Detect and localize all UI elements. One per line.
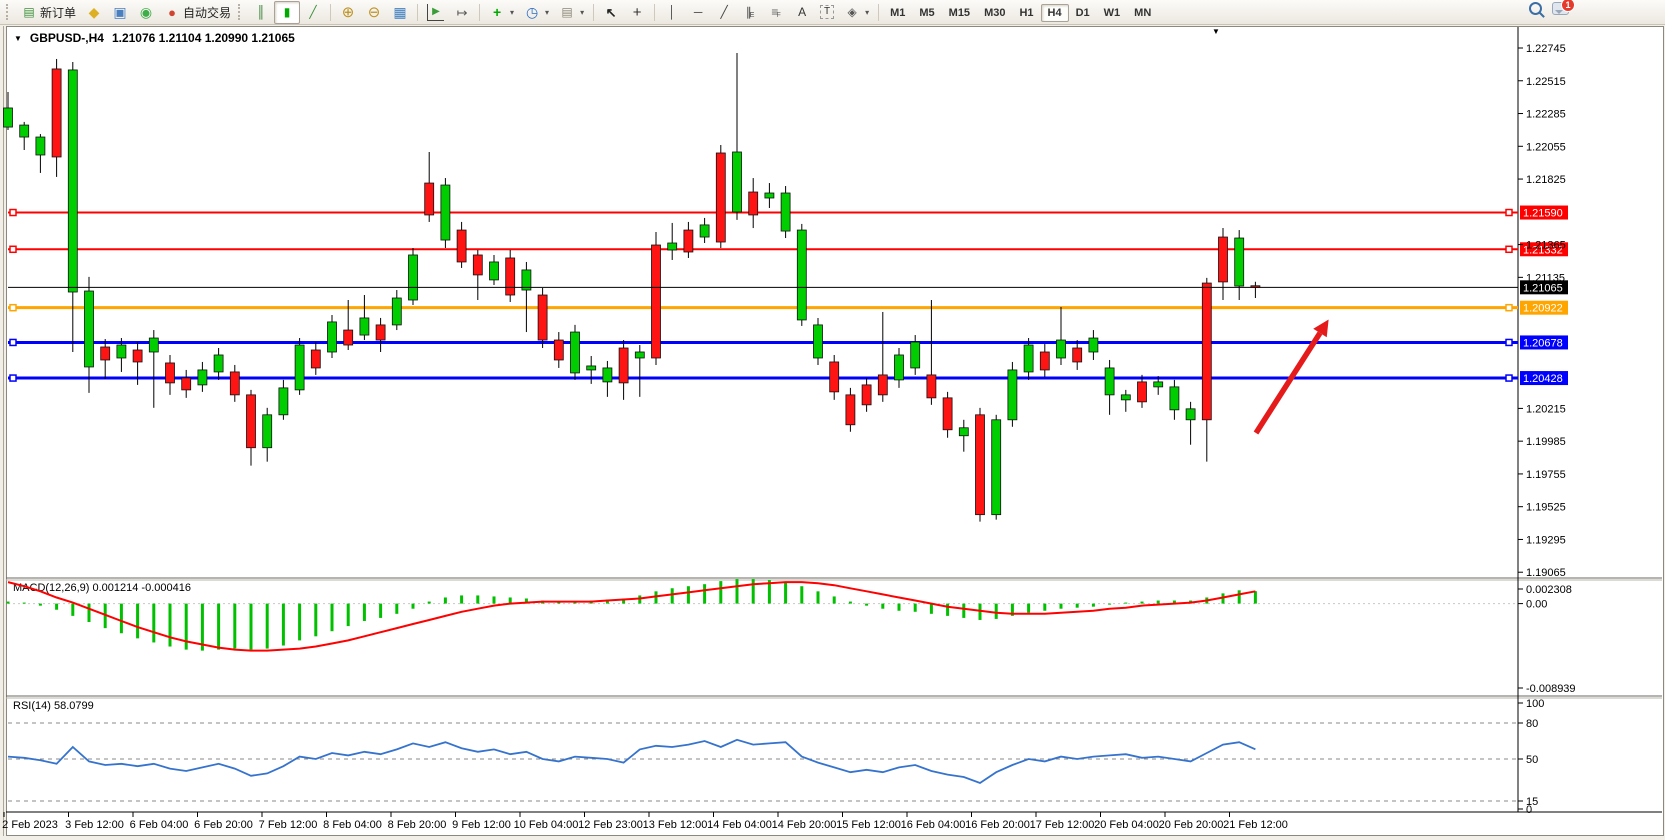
periods-icon: ◷ [524,4,540,20]
channel-icon: ∥E [742,4,758,20]
indicators-icon: + [489,4,505,20]
rsi-value: 58.0799 [54,700,94,712]
timeframe-M5[interactable]: M5 [912,4,941,22]
toolbar-separator [878,4,879,21]
toolbar-grip[interactable] [238,4,244,20]
zoom-in-button[interactable]: ⊕ [335,1,361,24]
line-chart-button[interactable]: ╱ [300,1,326,24]
horizontal-line-icon: ─ [690,4,706,20]
crosshair-button[interactable]: + [624,1,650,24]
fibonacci-icon: ≡F [768,4,784,20]
text-button[interactable]: A [789,1,815,24]
templates-icon: ▤ [559,4,575,20]
chart-shift-button[interactable]: ↦ [449,1,475,24]
chart-title: ▼ GBPUSD-,H4 1.21076 1.21104 1.20990 1.2… [14,31,295,45]
auto-scroll-button[interactable]: ▶ [422,1,449,24]
vertical-line-icon: │ [664,4,680,20]
channel-button[interactable]: ∥E [737,1,763,24]
toolbar-separator [593,4,594,21]
tile-windows-icon: ▦ [392,4,408,20]
toolbar-separator [417,4,418,21]
timeframe-MN[interactable]: MN [1127,4,1158,22]
notification-badge: 1 [1561,0,1575,12]
zoom-out-button[interactable]: ⊖ [361,1,387,24]
arrows-icon: ◈ [844,4,860,20]
signals-icon: ◉ [138,4,154,20]
zoom-in-icon: ⊕ [340,4,356,20]
text-label-icon: T [820,5,834,19]
ohlc-values: 1.21076 1.21104 1.20990 1.21065 [112,31,295,45]
timeframe-M15[interactable]: M15 [942,4,977,22]
trendline-icon: ╱ [716,4,732,20]
fibonacci-button[interactable]: ≡F [763,1,789,24]
bars-chart-button[interactable]: ║ [248,1,274,24]
line-chart-icon: ╱ [305,4,321,20]
timeframe-H1[interactable]: H1 [1012,4,1040,22]
metaeditor-icon: ◆ [86,4,102,20]
vertical-line-button[interactable]: │ [659,1,685,24]
chart-shift-icon: ↦ [454,4,470,20]
cursor-icon: ↖ [603,4,619,20]
new-order-icon: ▤ [21,4,37,20]
tile-windows-button[interactable]: ▦ [387,1,413,24]
horizontal-line-button[interactable]: ─ [685,1,711,24]
timeframe-D1[interactable]: D1 [1069,4,1097,22]
toolbar-grip[interactable] [6,4,12,20]
text-label-button[interactable]: T [815,1,839,24]
autotrading-button[interactable]: ● 自动交易 [159,1,236,24]
terminal-window: ▤ 新订单 ◆ ▣ ◉ ● 自动交易 ║ ▮ ╱ ⊕ ⊖ ▦ ▶ ↦ + ◷ ▤… [0,0,1665,840]
cursor-button[interactable]: ↖ [598,1,624,24]
metaeditor-button[interactable]: ◆ [81,1,107,24]
toolbar-separator [654,4,655,21]
arrows-button[interactable]: ◈ [839,1,874,24]
symbol-label: GBPUSD-,H4 [30,31,104,45]
crosshair-icon: + [629,4,645,20]
one-click-trading-caret[interactable]: ▼ [14,34,22,43]
rsi-label: RSI(14) 58.0799 [13,700,94,712]
notifications-icon[interactable]: 1 [1552,2,1569,15]
text-icon: A [794,4,810,20]
chart-window[interactable] [6,26,1664,836]
timeframe-M1[interactable]: M1 [883,4,912,22]
toolbar-separator [330,4,331,21]
macd-values: 0.001214 -0.000416 [92,582,190,594]
toolbar-separator [479,4,480,21]
zoom-out-icon: ⊖ [366,4,382,20]
timeframe-M30[interactable]: M30 [977,4,1012,22]
search-icon[interactable] [1529,2,1542,15]
templates-button[interactable]: ▤ [554,1,589,24]
market-button[interactable]: ▣ [107,1,133,24]
window-edge [3,26,4,836]
timeframe-H4[interactable]: H4 [1041,4,1069,22]
trendline-button[interactable]: ╱ [711,1,737,24]
toolbar: ▤ 新订单 ◆ ▣ ◉ ● 自动交易 ║ ▮ ╱ ⊕ ⊖ ▦ ▶ ↦ + ◷ ▤… [0,0,1665,25]
autotrading-icon: ● [164,4,180,20]
auto-scroll-icon: ▶ [427,4,444,21]
new-order-label: 新订单 [40,4,76,21]
candles-chart-icon: ▮ [279,4,295,20]
autotrading-label: 自动交易 [183,4,231,21]
bars-chart-icon: ║ [253,4,269,20]
timeframe-W1[interactable]: W1 [1097,4,1128,22]
periods-button[interactable]: ◷ [519,1,554,24]
timeframe-group: M1M5M15M30H1H4D1W1MN [883,3,1158,21]
signals-button[interactable]: ◉ [133,1,159,24]
chart-shift-marker[interactable]: ▼ [1212,27,1220,36]
candles-chart-button[interactable]: ▮ [274,1,300,24]
indicators-button[interactable]: + [484,1,519,24]
new-order-button[interactable]: ▤ 新订单 [16,1,81,24]
macd-label: MACD(12,26,9) 0.001214 -0.000416 [13,582,191,594]
market-icon: ▣ [112,4,128,20]
